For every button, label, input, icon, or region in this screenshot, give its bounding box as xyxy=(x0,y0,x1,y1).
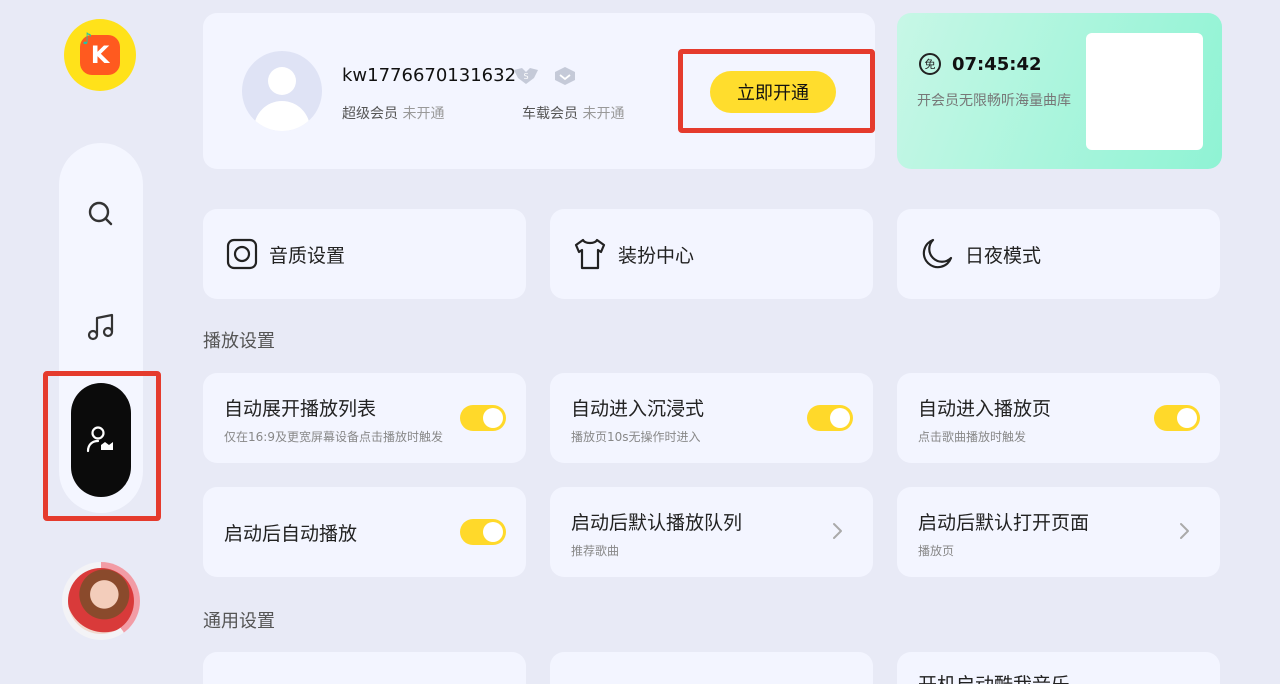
setting-auto-immersive[interactable]: 自动进入沉浸式 播放页10s无操作时进入 xyxy=(550,373,873,463)
setting-default-queue[interactable]: 启动后默认播放队列 推荐歌曲 xyxy=(550,487,873,577)
quick-action-sound-quality[interactable]: 音质设置 xyxy=(203,209,526,299)
sidebar-item-music[interactable] xyxy=(79,305,123,349)
avatar-image xyxy=(68,568,134,634)
super-vip-badge-icon: S xyxy=(514,68,538,84)
promo-description: 开会员无限畅听海量曲库 xyxy=(917,93,1071,109)
quick-action-day-night[interactable]: 日夜模式 xyxy=(897,209,1220,299)
music-note-icon xyxy=(87,313,114,341)
car-member-status: 未开通 xyxy=(582,106,625,122)
setting-auto-player-page[interactable]: 自动进入播放页 点击歌曲播放时触发 xyxy=(897,373,1220,463)
music-note-decoration: ♪ xyxy=(82,29,93,48)
super-member-label: 超级会员 xyxy=(342,106,398,122)
svg-text:S: S xyxy=(523,72,528,81)
app-logo[interactable]: ♪ K xyxy=(64,19,136,91)
sidebar-item-search[interactable] xyxy=(79,192,123,236)
section-title-general: 通用设置 xyxy=(203,611,275,632)
quick-action-label: 日夜模式 xyxy=(965,244,1042,267)
username: kw1776670131632 xyxy=(342,65,517,86)
user-avatar[interactable] xyxy=(242,51,322,131)
toggle-switch[interactable] xyxy=(460,519,506,545)
promo-countdown: 07:45:42 xyxy=(952,54,1042,75)
toggle-switch[interactable] xyxy=(1154,405,1200,431)
car-member-label: 车载会员 xyxy=(522,106,578,122)
setting-auto-launch[interactable]: 开机启动酷我音乐 xyxy=(897,652,1220,684)
super-member-status: 未开通 xyxy=(402,106,445,122)
speaker-icon xyxy=(226,238,258,270)
moon-icon xyxy=(922,238,953,269)
promo-card[interactable]: 免 07:45:42 开会员无限畅听海量曲库 xyxy=(897,13,1222,169)
setting-general-2[interactable] xyxy=(550,652,873,684)
free-icon: 免 xyxy=(919,53,941,75)
highlight-frame-open-button xyxy=(678,49,875,133)
super-member-info: 超级会员 未开通 xyxy=(342,103,444,123)
car-member-info: 车载会员 未开通 xyxy=(522,103,624,123)
chevron-right-icon xyxy=(833,523,842,539)
toggle-switch[interactable] xyxy=(807,405,853,431)
tshirt-icon xyxy=(574,238,606,270)
section-title-playback: 播放设置 xyxy=(203,331,275,352)
setting-auto-expand-playlist[interactable]: 自动展开播放列表 仅在16:9及更宽屏幕设备点击播放时触发 xyxy=(203,373,526,463)
highlight-frame-profile xyxy=(43,371,161,521)
quick-action-dress-center[interactable]: 装扮中心 xyxy=(550,209,873,299)
setting-general-1[interactable] xyxy=(203,652,526,684)
car-vip-badge-icon xyxy=(555,67,575,85)
quick-action-label: 装扮中心 xyxy=(618,244,695,267)
qr-code xyxy=(1086,33,1203,150)
chevron-right-icon xyxy=(1180,523,1189,539)
setting-default-page[interactable]: 启动后默认打开页面 播放页 xyxy=(897,487,1220,577)
toggle-switch[interactable] xyxy=(460,405,506,431)
search-icon xyxy=(88,201,113,226)
user-avatar-thumbnail[interactable] xyxy=(62,562,140,640)
quick-action-label: 音质设置 xyxy=(269,244,346,267)
setting-autoplay-on-launch[interactable]: 启动后自动播放 xyxy=(203,487,526,577)
